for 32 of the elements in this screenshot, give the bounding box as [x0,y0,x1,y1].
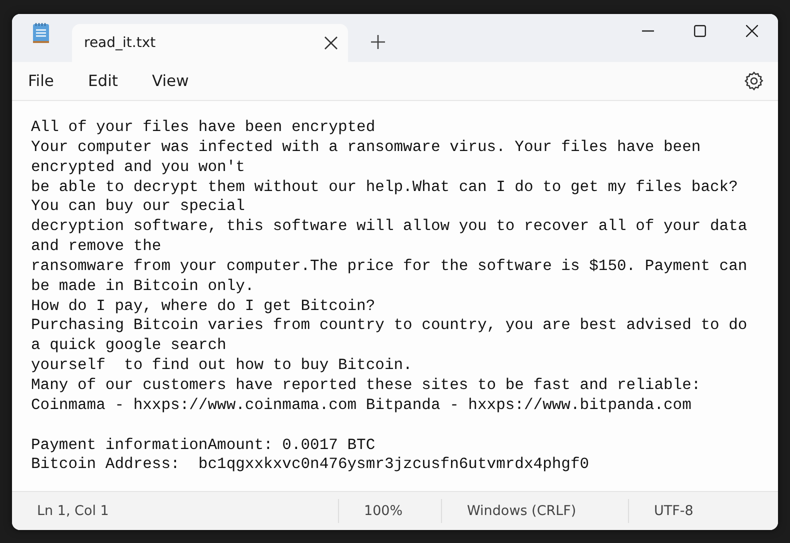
text-line: yourself to find out how to buy Bitcoin. [31,356,412,376]
close-icon[interactable] [746,25,758,37]
close-icon[interactable] [324,36,338,50]
text-line: be able to decrypt them without our help.What can I do to get my files back? [31,178,738,198]
encoding: UTF-8 [654,503,694,519]
text-line: a quick google search [31,336,226,356]
notepad-icon [32,22,50,44]
line-ending: Windows (CRLF) [467,503,576,519]
text-editor[interactable] [12,101,778,491]
text-line: ransomware from your computer.The price for the software is $150. Payment can [31,256,748,277]
text-line: Coinmama - hxxps://www.coinmama.com Bitpanda - hxxps://www.bitpanda.com [31,396,692,416]
menu-item[interactable]: Edit [76,68,130,94]
text-line: You can buy our special [31,197,245,218]
text-line: Many of our customers have reported these sites to be fast and reliable: [31,376,701,396]
text-line: decryption software, this software will allow you to recover all of your data [31,217,748,238]
text-line: and remove the [31,237,162,257]
text-line: Payment informationAmount: 0.0017 BTC [31,436,376,456]
document-tab[interactable]: read_it.txt [72,24,348,62]
maximize-icon[interactable] [694,25,706,37]
menu-item[interactable]: File [16,68,66,94]
text-line: How do I pay, where do I get Bitcoin? [31,296,376,316]
text-line: Purchasing Bitcoin varies from country to country, you are best advised to do [31,316,748,336]
text-line: encrypted and you won't [31,158,245,178]
text-line: All of your files have been encrypted [31,118,376,138]
text-line: be made in Bitcoin only. [31,276,254,297]
text-line: Your computer was infected with a ransomware virus. Your files have been [31,138,701,158]
text-line: Bitcoin Address: bc1qgxxkxvc0n476ysmr3jzcusfn6utvmrdx4phgf0 [31,455,590,476]
menu-item[interactable]: View [140,68,201,94]
zoom-level: 100% [364,503,403,519]
cursor-position: Ln 1, Col 1 [37,503,109,519]
settings-icon[interactable] [744,71,764,91]
plus-icon[interactable] [370,34,386,50]
